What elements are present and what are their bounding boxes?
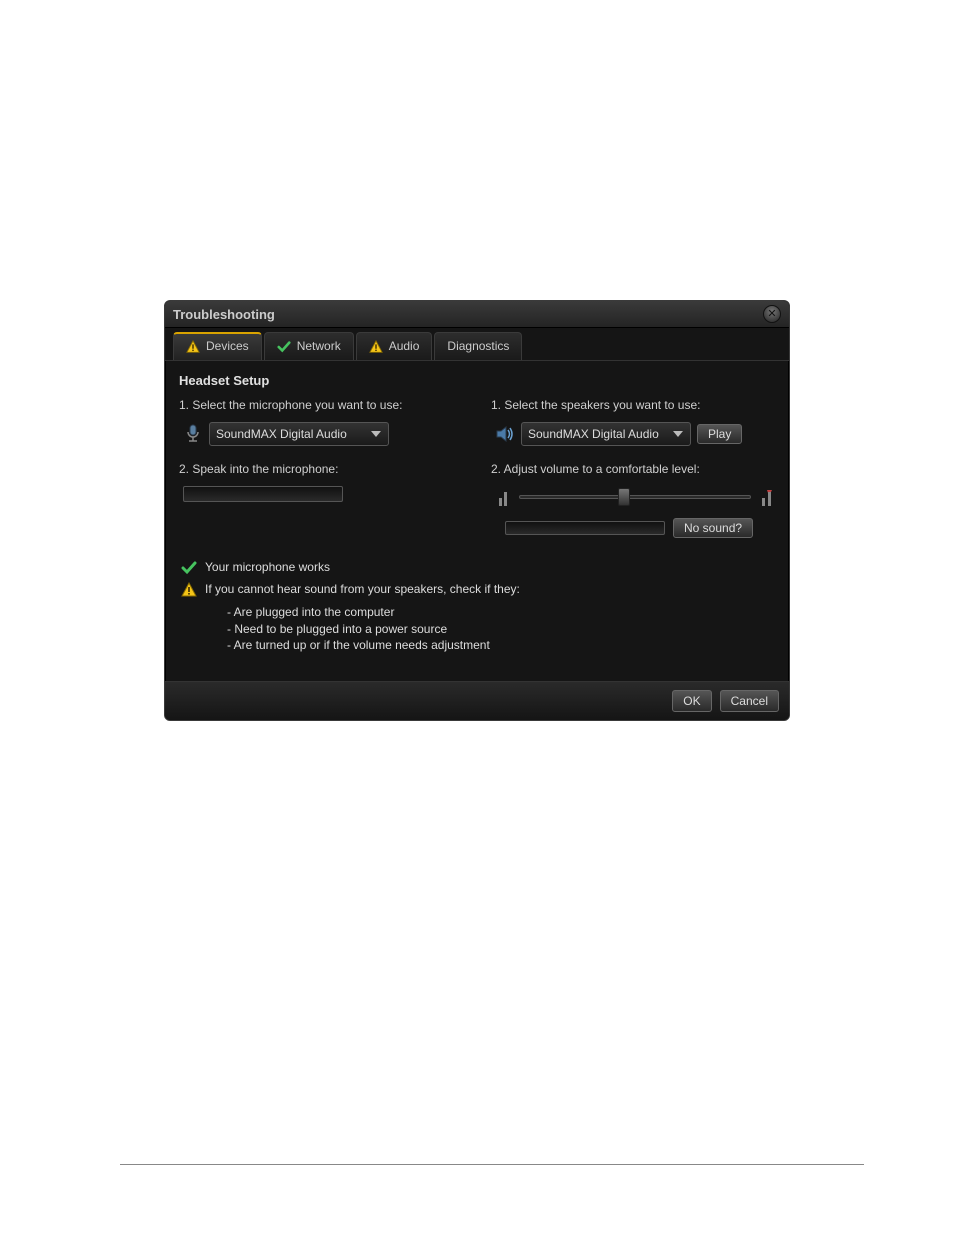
warning-icon bbox=[186, 339, 200, 354]
microphone-selected-value: SoundMAX Digital Audio bbox=[216, 427, 347, 441]
status-block: Your microphone works If you cannot hear… bbox=[181, 560, 775, 654]
warning-icon bbox=[181, 582, 197, 598]
check-icon bbox=[181, 560, 197, 576]
chevron-down-icon bbox=[370, 430, 382, 438]
check-icon bbox=[277, 339, 291, 354]
tab-label: Network bbox=[297, 339, 341, 353]
tab-devices[interactable]: Devices bbox=[173, 332, 262, 360]
ok-button[interactable]: OK bbox=[672, 690, 711, 712]
spk-step2-label: 2. Adjust volume to a comfortable level: bbox=[491, 462, 775, 476]
no-sound-button[interactable]: No sound? bbox=[673, 518, 753, 538]
cancel-button[interactable]: Cancel bbox=[720, 690, 779, 712]
volume-slider-thumb[interactable] bbox=[618, 488, 630, 506]
speaker-select[interactable]: SoundMAX Digital Audio bbox=[521, 422, 691, 446]
volume-low-icon bbox=[495, 486, 511, 508]
tab-label: Diagnostics bbox=[447, 339, 509, 353]
mic-step2-label: 2. Speak into the microphone: bbox=[179, 462, 463, 476]
tab-bar: Devices Network Audio Diagnostics bbox=[165, 328, 789, 361]
dialog-footer: OK Cancel bbox=[165, 681, 789, 720]
chevron-down-icon bbox=[672, 430, 684, 438]
close-icon: ✕ bbox=[767, 309, 776, 320]
dialog-title: Troubleshooting bbox=[173, 307, 275, 322]
microphone-column: 1. Select the microphone you want to use… bbox=[179, 398, 463, 538]
volume-slider[interactable] bbox=[519, 495, 751, 499]
tip-line: - Need to be plugged into a power source bbox=[227, 621, 775, 638]
speaker-warn-status: If you cannot hear sound from your speak… bbox=[205, 582, 520, 596]
tip-line: - Are turned up or if the volume needs a… bbox=[227, 637, 775, 654]
speaker-icon bbox=[495, 424, 515, 444]
mic-ok-status: Your microphone works bbox=[205, 560, 330, 574]
tab-audio[interactable]: Audio bbox=[356, 332, 433, 360]
microphone-icon bbox=[183, 424, 203, 444]
play-button[interactable]: Play bbox=[697, 424, 742, 444]
spk-step1-label: 1. Select the speakers you want to use: bbox=[491, 398, 775, 412]
mic-level-meter bbox=[183, 486, 343, 502]
volume-slider-row bbox=[495, 486, 775, 508]
troubleshooting-dialog: Troubleshooting ✕ Devices Network bbox=[164, 300, 790, 721]
speaker-selected-value: SoundMAX Digital Audio bbox=[528, 427, 659, 441]
titlebar: Troubleshooting ✕ bbox=[165, 301, 789, 328]
page-divider bbox=[120, 1164, 864, 1165]
volume-high-icon bbox=[759, 486, 775, 508]
close-button[interactable]: ✕ bbox=[763, 305, 781, 323]
speaker-level-meter bbox=[505, 521, 665, 535]
tab-diagnostics[interactable]: Diagnostics bbox=[434, 332, 522, 360]
speakers-column: 1. Select the speakers you want to use: … bbox=[491, 398, 775, 538]
tab-label: Devices bbox=[206, 339, 249, 353]
microphone-select[interactable]: SoundMAX Digital Audio bbox=[209, 422, 389, 446]
tab-label: Audio bbox=[389, 339, 420, 353]
tab-network[interactable]: Network bbox=[264, 332, 354, 360]
tip-line: - Are plugged into the computer bbox=[227, 604, 775, 621]
warning-icon bbox=[369, 339, 383, 354]
mic-step1-label: 1. Select the microphone you want to use… bbox=[179, 398, 463, 412]
tab-content: Headset Setup 1. Select the microphone y… bbox=[165, 361, 789, 681]
section-title: Headset Setup bbox=[179, 373, 775, 388]
